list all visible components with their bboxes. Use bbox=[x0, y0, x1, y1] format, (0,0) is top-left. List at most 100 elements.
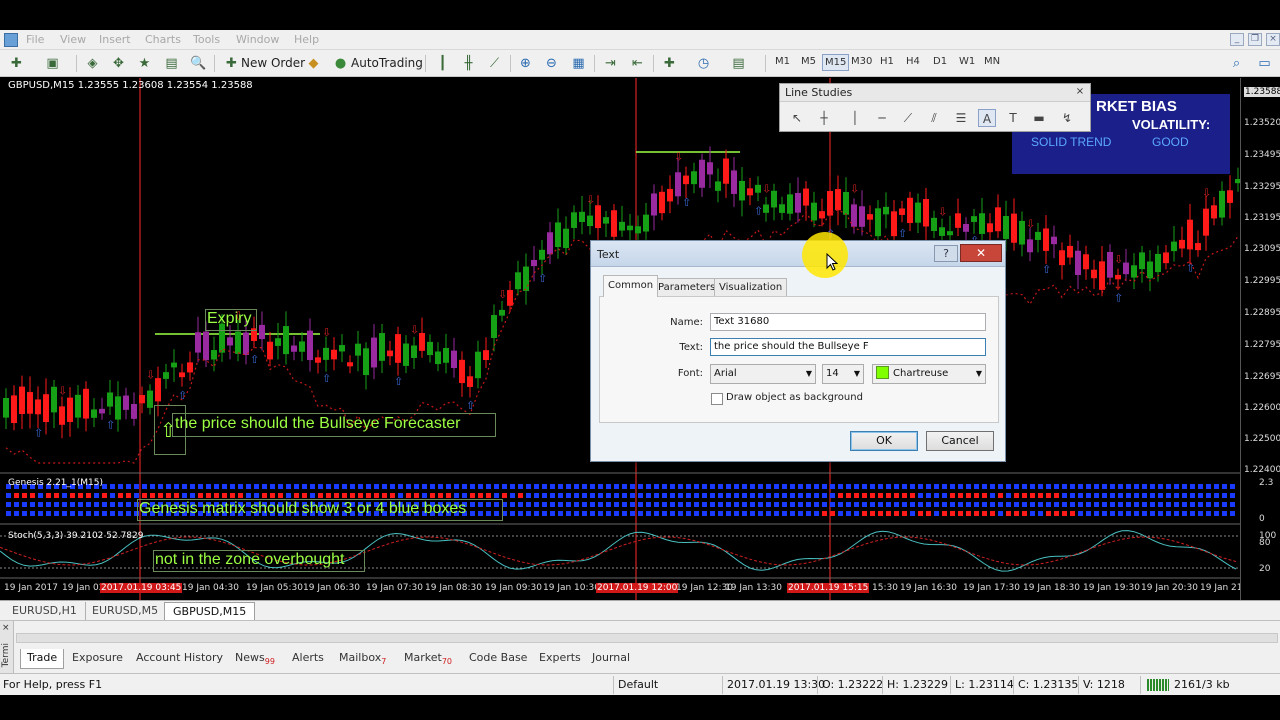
overbought-annotation[interactable]: not in the zone overbought bbox=[155, 551, 344, 569]
tab-common[interactable]: Common bbox=[603, 275, 659, 297]
market-watch-icon[interactable]: ◈ bbox=[84, 55, 101, 72]
ok-button[interactable]: OK bbox=[850, 431, 918, 451]
fibonacci-icon[interactable]: ☰ bbox=[952, 109, 970, 127]
text-input[interactable]: the price should the Bullseye F bbox=[710, 338, 986, 356]
timeframe-m15[interactable]: M15 bbox=[822, 54, 850, 71]
terminal-close-icon[interactable]: × bbox=[2, 623, 10, 633]
genesis-box bbox=[830, 511, 835, 516]
dialog-titlebar[interactable]: Text ? ✕ bbox=[591, 241, 1005, 267]
chart-tab-eurusd-h1[interactable]: EURUSD,H1 bbox=[4, 602, 86, 620]
menu-view[interactable]: View bbox=[60, 33, 86, 46]
new-chart-icon[interactable]: ✚ bbox=[8, 55, 25, 72]
timeframe-m1[interactable]: M1 bbox=[775, 56, 790, 67]
genesis-annotation[interactable]: Genesis matrix should show 3 or 4 blue b… bbox=[139, 500, 466, 518]
menu-help[interactable]: Help bbox=[294, 33, 319, 46]
genesis-box bbox=[1174, 493, 1179, 498]
color-select[interactable]: Chartreuse ▼ bbox=[872, 364, 986, 384]
close-icon[interactable]: × bbox=[1074, 86, 1086, 98]
menu-window[interactable]: Window bbox=[236, 33, 279, 46]
dialog-close-button[interactable]: ✕ bbox=[960, 244, 1002, 262]
font-select[interactable]: Arial ▼ bbox=[710, 364, 816, 384]
tester-icon[interactable]: 🔍 bbox=[190, 55, 207, 72]
tab-parameters[interactable]: Parameters bbox=[653, 278, 721, 297]
timeframe-w1[interactable]: W1 bbox=[959, 56, 975, 67]
line-studies-title[interactable]: Line Studies bbox=[780, 84, 1090, 102]
zoom-out-icon[interactable]: ⊖ bbox=[543, 55, 560, 72]
terminal-icon[interactable]: ▤ bbox=[163, 55, 180, 72]
text-tool-icon[interactable]: A bbox=[978, 109, 996, 127]
genesis-box bbox=[254, 493, 259, 498]
new-order-button[interactable]: New Order bbox=[241, 54, 305, 73]
timeframe-h1[interactable]: H1 bbox=[880, 56, 894, 67]
draw-background-checkbox[interactable] bbox=[711, 393, 723, 405]
line-chart-icon[interactable]: ⟋ bbox=[486, 55, 503, 72]
chat-icon[interactable]: ▭ bbox=[1256, 55, 1273, 72]
metaeditor-icon[interactable]: ◆ bbox=[305, 55, 322, 72]
timeframe-d1[interactable]: D1 bbox=[933, 56, 947, 67]
minimize-icon[interactable]: _ bbox=[1230, 33, 1244, 46]
menu-tools[interactable]: Tools bbox=[193, 33, 220, 46]
terminal-tab-mailbox[interactable]: Mailbox7 bbox=[333, 649, 392, 669]
candle-body bbox=[979, 213, 985, 234]
tab-visualization[interactable]: Visualization bbox=[714, 278, 788, 297]
bar-chart-icon[interactable]: ┃ bbox=[434, 55, 451, 72]
profiles-icon[interactable]: ▣ bbox=[44, 55, 61, 72]
new-order-icon[interactable]: ✚ bbox=[223, 55, 240, 72]
candlestick-icon[interactable]: ╫ bbox=[460, 55, 477, 72]
terminal-tab-account-history[interactable]: Account History bbox=[130, 649, 229, 669]
help-icon[interactable]: ? bbox=[934, 245, 958, 262]
templates-icon[interactable]: ▤ bbox=[730, 55, 747, 72]
crosshair-icon[interactable]: ┼ bbox=[815, 109, 833, 127]
chart-shift-icon[interactable]: ⇥ bbox=[602, 55, 619, 72]
menu-insert[interactable]: Insert bbox=[99, 33, 131, 46]
expiry-label[interactable]: Expiry bbox=[207, 310, 251, 328]
autotrading-icon[interactable]: ● bbox=[332, 55, 349, 72]
data-window-icon[interactable]: ★ bbox=[136, 55, 153, 72]
bullseye-annotation[interactable]: the price should the Bullseye Forecaster bbox=[175, 415, 460, 433]
timeframe-mn[interactable]: MN bbox=[984, 56, 1000, 67]
periods-icon[interactable]: ◷ bbox=[695, 55, 712, 72]
autotrading-button[interactable]: AutoTrading bbox=[351, 54, 423, 73]
timeframe-h4[interactable]: H4 bbox=[906, 56, 920, 67]
font-size-select[interactable]: 14 ▼ bbox=[822, 364, 864, 384]
autoscroll-icon[interactable]: ⇤ bbox=[629, 55, 646, 72]
terminal-scrollbar[interactable] bbox=[16, 633, 1278, 643]
menu-charts[interactable]: Charts bbox=[145, 33, 181, 46]
app-icon[interactable] bbox=[4, 33, 18, 47]
genesis-box bbox=[542, 511, 547, 516]
rectangle-icon[interactable]: ▬ bbox=[1030, 109, 1048, 127]
tile-windows-icon[interactable]: ▦ bbox=[570, 55, 587, 72]
trendline-icon[interactable]: ⟋ bbox=[899, 109, 917, 127]
channel-icon[interactable]: ⫽ bbox=[925, 109, 943, 127]
zoom-in-icon[interactable]: ⊕ bbox=[517, 55, 534, 72]
name-input[interactable]: Text 31680 bbox=[710, 313, 986, 331]
indicators-icon[interactable]: ✚ bbox=[661, 55, 678, 72]
cancel-button[interactable]: Cancel bbox=[926, 431, 994, 451]
genesis-box bbox=[94, 493, 99, 498]
market-bias-title: RKET BIAS bbox=[1096, 98, 1177, 115]
navigator-icon[interactable]: ✥ bbox=[110, 55, 127, 72]
timeframe-m30[interactable]: M30 bbox=[851, 56, 872, 67]
chart-tab-eurusd-m5[interactable]: EURUSD,M5 bbox=[84, 602, 168, 620]
terminal-tab-exposure[interactable]: Exposure bbox=[66, 649, 129, 669]
horizontal-line-icon[interactable]: ─ bbox=[873, 109, 891, 127]
close-window-icon[interactable]: × bbox=[1266, 33, 1280, 46]
terminal-tab-trade[interactable]: Trade bbox=[20, 649, 65, 669]
timeframe-m5[interactable]: M5 bbox=[801, 56, 816, 67]
terminal-tab-market[interactable]: Market70 bbox=[398, 649, 458, 669]
vertical-line-icon[interactable]: │ bbox=[846, 109, 864, 127]
terminal-tab-journal[interactable]: Journal bbox=[586, 649, 636, 669]
terminal-tab-alerts[interactable]: Alerts bbox=[286, 649, 330, 669]
chart-tab-gbpusd-m15[interactable]: GBPUSD,M15 bbox=[164, 602, 256, 620]
search-icon[interactable]: ⌕ bbox=[1228, 55, 1245, 72]
status-profile[interactable]: Default bbox=[618, 678, 658, 691]
terminal-tab-news[interactable]: News99 bbox=[229, 649, 281, 669]
text-label-icon[interactable]: T bbox=[1004, 109, 1022, 127]
restore-icon[interactable]: ❐ bbox=[1248, 33, 1262, 46]
terminal-tab-code-base[interactable]: Code Base bbox=[463, 649, 533, 669]
arrows-icon[interactable]: ↯ bbox=[1058, 109, 1076, 127]
cursor-icon[interactable]: ↖ bbox=[788, 109, 806, 127]
terminal-tab-experts[interactable]: Experts bbox=[533, 649, 587, 669]
menu-file[interactable]: File bbox=[26, 33, 44, 46]
genesis-box bbox=[622, 511, 627, 516]
